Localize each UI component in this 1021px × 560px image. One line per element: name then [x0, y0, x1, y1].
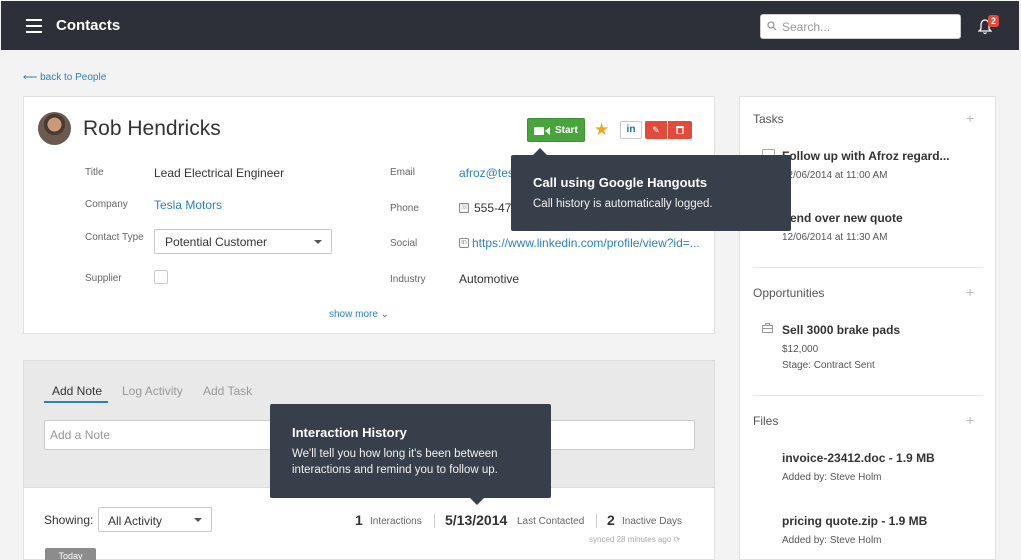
briefcase-icon	[762, 323, 773, 333]
social-label: Social	[390, 238, 418, 249]
contact-type-value: Potential Customer	[165, 235, 268, 249]
interactions-count: 1	[355, 512, 363, 528]
tab-add-task[interactable]: Add Task	[203, 384, 252, 398]
tooltip-arrow	[533, 148, 547, 155]
last-contacted-date: 5/13/2014	[445, 512, 508, 528]
today-marker: Today	[45, 548, 96, 560]
edit-button[interactable]: ✎	[645, 121, 667, 139]
add-file-plus-icon[interactable]: +	[966, 413, 974, 427]
title-value: Lead Electrical Engineer	[154, 166, 285, 180]
activity-filter-value: All Activity	[108, 514, 163, 528]
hangouts-tooltip: Call using Google Hangouts Call history …	[511, 148, 791, 231]
tooltip-title: Call using Google Hangouts	[533, 175, 708, 190]
show-more-link[interactable]: show more ⌄	[329, 309, 389, 320]
phone-value[interactable]: 555-47	[474, 201, 511, 215]
phone-icon: ☏	[459, 203, 469, 213]
menu-icon[interactable]	[26, 19, 42, 33]
contact-type-select[interactable]: Potential Customer	[154, 229, 332, 254]
pencil-icon: ✎	[652, 125, 660, 135]
file-title[interactable]: invoice-23412.doc - 1.9 MB	[782, 451, 935, 465]
start-hangout-button[interactable]: Start	[527, 118, 585, 142]
task-date: 12/06/2014 at 11:30 AM	[782, 232, 888, 243]
interaction-history: Showing: All Activity 1 Interactions 5/1…	[23, 488, 715, 560]
stat-divider	[596, 514, 597, 528]
opportunities-heading: Opportunities	[753, 286, 825, 300]
opportunity-stage: Stage: Contract Sent	[782, 360, 875, 371]
tooltip-body: Call history is automatically logged.	[533, 198, 713, 210]
file-added-by: Added by: Steve Holm	[782, 535, 882, 546]
file-added-by: Added by: Steve Holm	[782, 472, 882, 483]
company-label: Company	[85, 199, 128, 210]
section-divider	[753, 395, 983, 396]
inactive-days-label: Inactive Days	[622, 516, 683, 527]
last-contacted-label: Last Contacted	[517, 516, 585, 527]
inactive-days-count: 2	[607, 512, 615, 528]
tab-add-note[interactable]: Add Note	[52, 384, 102, 398]
opportunity-amount: $12,000	[782, 344, 819, 355]
task-title[interactable]: Follow up with Afroz regard...	[782, 149, 950, 163]
industry-value: Automotive	[459, 272, 520, 286]
delete-button[interactable]	[668, 121, 692, 139]
sync-status: synced 28 minutes ago ⟳	[589, 535, 681, 544]
title-label: Title	[85, 167, 104, 178]
contact-type-label: Contact Type	[85, 232, 144, 243]
back-to-people-link[interactable]: ⟵ back to People	[23, 72, 106, 83]
industry-label: Industry	[390, 274, 426, 285]
supplier-label: Supplier	[85, 273, 122, 284]
email-label: Email	[390, 167, 416, 178]
tooltip-title: Interaction History	[292, 425, 407, 440]
files-heading: Files	[753, 414, 779, 428]
activity-filter-select[interactable]: All Activity	[98, 507, 212, 532]
file-title[interactable]: pricing quote.zip - 1.9 MB	[782, 514, 927, 528]
search-input[interactable]	[782, 18, 952, 35]
favorite-star-icon[interactable]: ★	[594, 121, 609, 138]
supplier-checkbox[interactable]	[154, 270, 168, 284]
chevron-down-icon	[194, 518, 202, 522]
phone-label: Phone	[390, 203, 419, 214]
interactions-label: Interactions	[370, 516, 422, 527]
linkedin-icon: in	[459, 238, 469, 248]
tab-log-activity[interactable]: Log Activity	[122, 384, 183, 398]
active-tab-indicator	[44, 401, 108, 403]
stat-divider	[434, 514, 435, 528]
interaction-history-tooltip: Interaction History We'll tell you how l…	[270, 404, 551, 505]
company-link[interactable]: Tesla Motors	[154, 198, 222, 212]
task-title[interactable]: Send over new quote	[782, 211, 903, 225]
notification-badge: 2	[988, 15, 1000, 27]
page-title: Contacts	[56, 17, 121, 34]
search-icon	[767, 21, 777, 31]
video-camera-icon	[534, 127, 550, 135]
tooltip-arrow	[470, 498, 484, 505]
showing-label: Showing:	[44, 513, 94, 527]
chevron-down-icon	[314, 240, 322, 244]
add-task-plus-icon[interactable]: +	[966, 111, 974, 125]
top-navigation-bar: Contacts 2	[1, 1, 1019, 50]
avatar	[38, 112, 71, 145]
task-date: 12/06/2014 at 11:00 AM	[782, 170, 888, 181]
tasks-heading: Tasks	[753, 112, 784, 126]
opportunity-title[interactable]: Sell 3000 brake pads	[782, 323, 900, 337]
search-box[interactable]	[760, 14, 961, 39]
trash-icon	[676, 126, 684, 135]
section-divider	[753, 267, 983, 268]
social-link[interactable]: https://www.linkedin.com/profile/view?id…	[472, 236, 700, 250]
tooltip-body: We'll tell you how long it's been betwee…	[292, 448, 498, 476]
contact-name: Rob Hendricks	[83, 117, 221, 140]
start-button-label: Start	[555, 125, 578, 136]
add-opportunity-plus-icon[interactable]: +	[966, 285, 974, 299]
linkedin-button[interactable]: in	[620, 121, 642, 139]
